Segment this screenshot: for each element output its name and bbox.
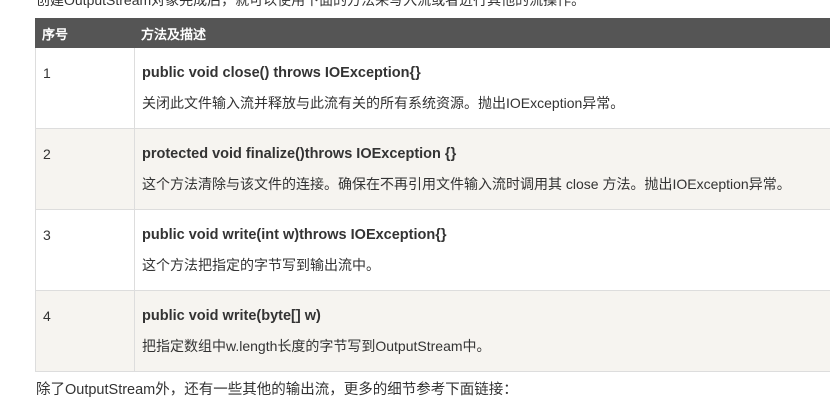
method-description: 这个方法把指定的字节写到输出流中。 bbox=[142, 257, 380, 273]
method-cell: public void write(byte[] w) 把指定数组中w.leng… bbox=[134, 290, 830, 372]
methods-table: 序号 方法及描述 1 public void close() throws IO… bbox=[35, 18, 830, 372]
method-cell: public void close() throws IOException{}… bbox=[134, 47, 830, 129]
method-signature: public void write(byte[] w) bbox=[142, 308, 321, 324]
intro-text: 创建OutputStream对象完成后，就可以使用下面的方法来写入流或者进行其他… bbox=[36, 0, 586, 8]
row-number: 1 bbox=[35, 47, 135, 129]
table-row: 1 public void close() throws IOException… bbox=[35, 47, 830, 129]
row-number: 2 bbox=[35, 128, 135, 210]
row-number: 3 bbox=[35, 209, 135, 291]
method-description: 关闭此文件输入流并释放与此流有关的所有系统资源。抛出IOException异常。 bbox=[142, 95, 625, 111]
header-method-description: 方法及描述 bbox=[134, 18, 830, 48]
method-signature: protected void finalize()throws IOExcept… bbox=[142, 146, 457, 162]
method-signature: public void close() throws IOException{} bbox=[142, 65, 421, 81]
method-cell: protected void finalize()throws IOExcept… bbox=[134, 128, 830, 210]
table-row: 2 protected void finalize()throws IOExce… bbox=[35, 128, 830, 210]
method-signature: public void write(int w)throws IOExcepti… bbox=[142, 227, 447, 243]
table-row: 4 public void write(byte[] w) 把指定数组中w.le… bbox=[35, 290, 830, 372]
header-number: 序号 bbox=[35, 18, 135, 48]
table-header-row: 序号 方法及描述 bbox=[35, 18, 830, 48]
method-description: 把指定数组中w.length长度的字节写到OutputStream中。 bbox=[142, 338, 491, 354]
row-number: 4 bbox=[35, 290, 135, 372]
page: 创建OutputStream对象完成后，就可以使用下面的方法来写入流或者进行其他… bbox=[0, 0, 830, 404]
table-row: 3 public void write(int w)throws IOExcep… bbox=[35, 209, 830, 291]
footer-text: 除了OutputStream外，还有一些其他的输出流，更多的细节参考下面链接： bbox=[36, 382, 518, 398]
method-cell: public void write(int w)throws IOExcepti… bbox=[134, 209, 830, 291]
method-description: 这个方法清除与该文件的连接。确保在不再引用文件输入流时调用其 close 方法。… bbox=[142, 176, 791, 192]
